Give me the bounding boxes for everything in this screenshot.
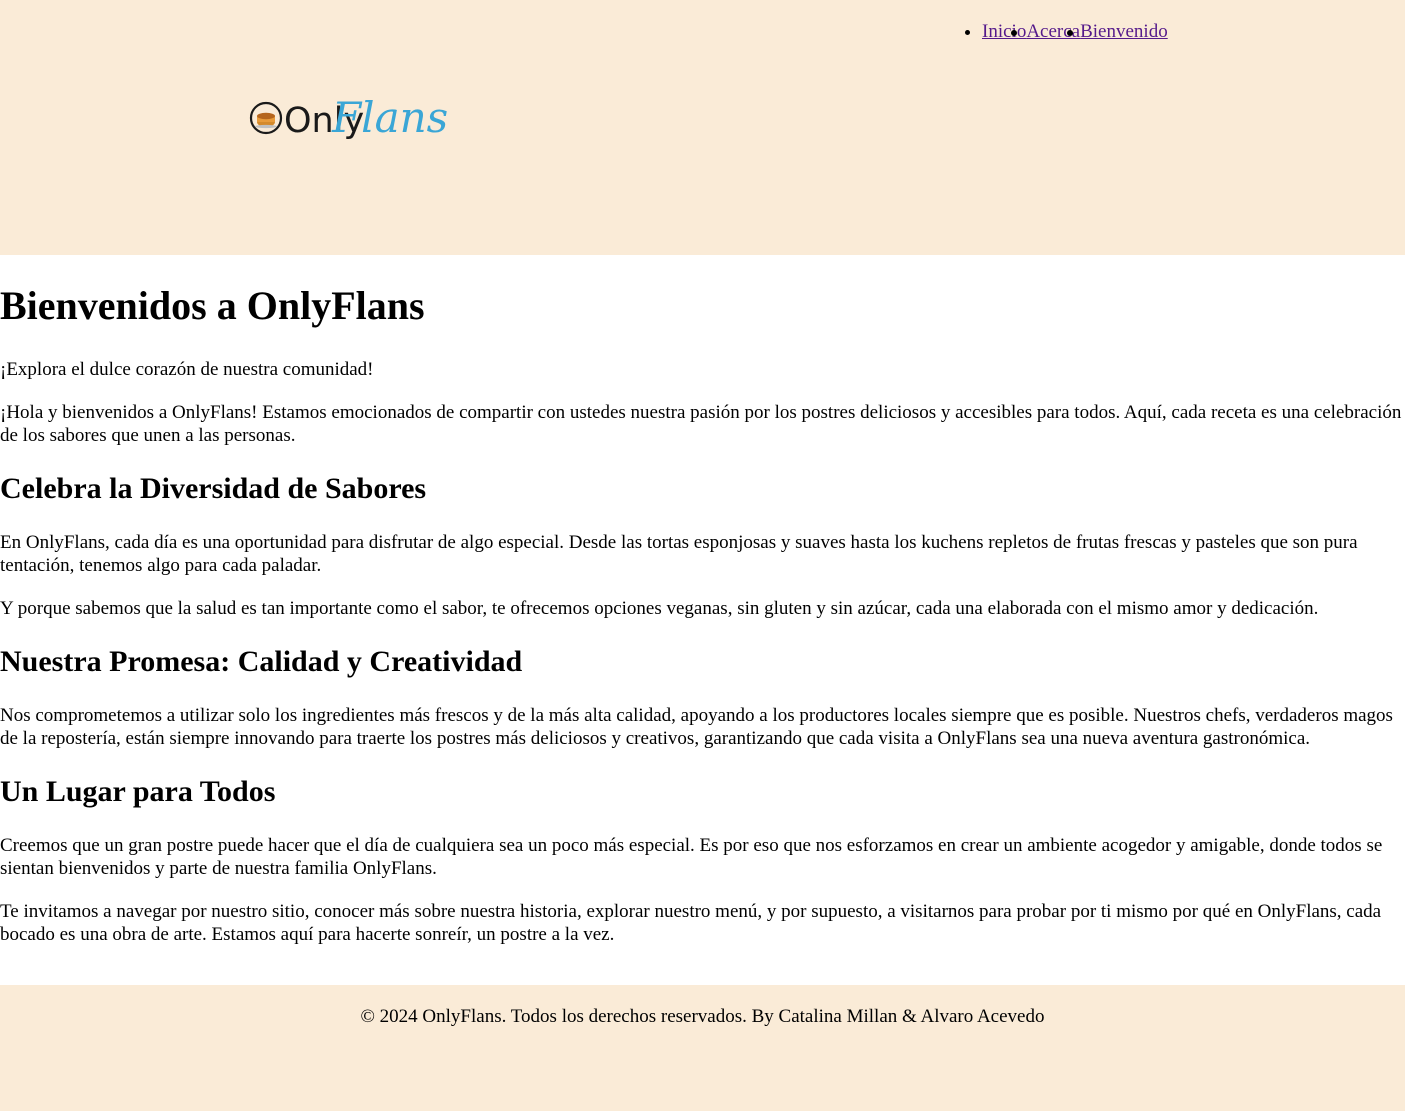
section-paragraph: Te invitamos a navegar por nuestro sitio… (0, 901, 1382, 945)
section-heading-promesa: Nuestra Promesa: Calidad y Creatividad (0, 645, 523, 678)
nav-bullet-overlap-2 (1067, 30, 1073, 36)
welcome-paragraph: ¡Hola y bienvenidos a OnlyFlans! Estamos… (0, 402, 1402, 446)
section-paragraph: Y porque sabemos que la salud es tan imp… (0, 598, 1319, 619)
section-paragraph: Creemos que un gran postre puede hacer q… (0, 835, 1383, 879)
site-footer: © 2024 OnlyFlans. Todos los derechos res… (0, 985, 1405, 1111)
section-heading-lugar: Un Lugar para Todos (0, 775, 276, 808)
logo-text-flans: Flans (331, 93, 448, 142)
section-heading-sabores: Celebra la Diversidad de Sabores (0, 472, 427, 505)
intro-text: ¡Explora el dulce corazón de nuestra com… (0, 359, 374, 380)
main-content: Bienvenidos a OnlyFlans ¡Explora el dulc… (0, 283, 1405, 946)
nav-item-inicio: InicioAcercaBienvenido (982, 20, 1168, 44)
section-paragraph: Nos comprometemos a utilizar solo los in… (0, 705, 1393, 749)
site-header: InicioAcercaBienvenido Only Flans (0, 0, 1405, 255)
logo-graphic: Only Flans (249, 93, 448, 142)
page-title: Bienvenidos a OnlyFlans (0, 283, 425, 328)
section-paragraph: En OnlyFlans, cada día es una oportunida… (0, 532, 1358, 576)
nav-link-bienvenido[interactable]: Bienvenido (1080, 21, 1168, 42)
nav-link-inicio[interactable]: Inicio (982, 21, 1026, 42)
flan-icon (255, 112, 277, 129)
nav-bullet-overlap-1 (1011, 30, 1017, 36)
onlyflans-logo[interactable]: Only Flans (248, 86, 468, 146)
nav-list: InicioAcercaBienvenido (942, 20, 1168, 44)
footer-copyright: © 2024 OnlyFlans. Todos los derechos res… (360, 1006, 1045, 1027)
